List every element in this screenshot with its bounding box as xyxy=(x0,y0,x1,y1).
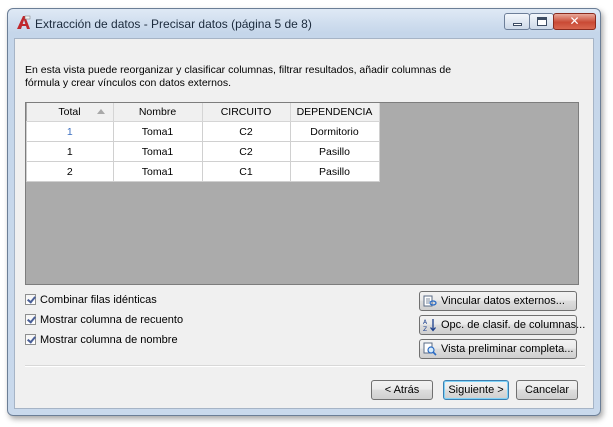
table-cell[interactable]: Toma1 xyxy=(112,121,203,142)
table-cell[interactable]: C2 xyxy=(201,141,291,162)
background-window-edge xyxy=(0,0,603,5)
column-header-circuito[interactable]: CIRCUITO xyxy=(202,103,291,122)
table-cell[interactable]: C2 xyxy=(201,121,291,142)
column-header-dependencia[interactable]: DEPENDENCIA xyxy=(290,103,380,122)
maximize-button[interactable] xyxy=(529,13,554,30)
option-combine-identical-rows[interactable]: Combinar filas idénticas xyxy=(25,292,157,307)
preview-magnifier-icon xyxy=(423,342,437,356)
table-header-row: Total Nombre CIRCUITO DEPENDENCIA xyxy=(26,103,380,122)
close-button[interactable]: ✕ xyxy=(553,13,596,30)
option-label: Mostrar columna de nombre xyxy=(40,333,178,346)
autocad-app-icon xyxy=(17,15,31,29)
checkbox-checked-icon[interactable] xyxy=(25,314,36,325)
table-cell[interactable]: 1 xyxy=(26,121,114,142)
column-header-total[interactable]: Total xyxy=(26,103,114,122)
table-cell[interactable]: 1 xyxy=(26,141,114,162)
window-title: Extracción de datos - Precisar datos (pá… xyxy=(35,17,312,31)
sort-az-icon: A Z xyxy=(423,319,436,332)
option-show-count-column[interactable]: Mostrar columna de recuento xyxy=(25,312,183,327)
table-cell[interactable]: Pasillo xyxy=(289,161,380,182)
minimize-icon xyxy=(513,23,522,26)
button-separator xyxy=(25,365,585,367)
table-cell[interactable]: Pasillo xyxy=(289,141,380,162)
minimize-button[interactable] xyxy=(504,13,530,30)
option-label: Mostrar columna de recuento xyxy=(40,313,184,326)
checkbox-checked-icon[interactable] xyxy=(25,334,36,345)
table-cell[interactable]: C1 xyxy=(201,161,291,182)
dialog-window: Extracción de datos - Precisar datos (pá… xyxy=(7,8,601,416)
link-data-icon xyxy=(423,295,437,307)
title-bar[interactable]: Extracción de datos - Precisar datos (pá… xyxy=(8,9,600,37)
option-show-name-column[interactable]: Mostrar columna de nombre xyxy=(25,332,178,347)
option-label: Combinar filas idénticas xyxy=(40,293,157,306)
maximize-icon xyxy=(537,17,547,26)
table-cell[interactable]: Toma1 xyxy=(112,161,203,182)
sort-ascending-icon xyxy=(96,109,105,114)
table-cell[interactable]: Toma1 xyxy=(112,141,203,162)
close-icon: ✕ xyxy=(569,14,580,28)
dialog-body: En esta vista puede reorganizar y clasif… xyxy=(14,38,594,409)
column-sort-options-button[interactable]: A Z Opc. de clasif. de columnas... xyxy=(419,315,585,335)
table-row[interactable]: 2 Toma1 C1 Pasillo xyxy=(26,161,380,182)
table-row[interactable]: 1 Toma1 C2 Pasillo xyxy=(26,141,380,162)
back-button[interactable]: < Atrás xyxy=(371,380,433,400)
link-external-data-button[interactable]: Vincular datos externos... xyxy=(419,291,577,311)
data-table: Total Nombre CIRCUITO DEPENDENCIA 1 Toma… xyxy=(26,103,380,182)
page-description: En esta vista puede reorganizar y clasif… xyxy=(25,64,452,89)
cancel-button[interactable]: Cancelar xyxy=(516,380,578,400)
table-cell[interactable]: 2 xyxy=(26,161,114,182)
svg-text:A: A xyxy=(423,319,428,326)
full-preview-button[interactable]: Vista preliminar completa... xyxy=(419,339,577,359)
data-grid[interactable]: Total Nombre CIRCUITO DEPENDENCIA 1 Toma… xyxy=(25,102,579,285)
table-cell[interactable]: Dormitorio xyxy=(289,121,380,142)
svg-text:Z: Z xyxy=(423,326,427,332)
column-header-nombre[interactable]: Nombre xyxy=(113,103,203,122)
table-row[interactable]: 1 Toma1 C2 Dormitorio xyxy=(26,121,380,142)
checkbox-checked-icon[interactable] xyxy=(25,294,36,305)
next-button[interactable]: Siguiente > xyxy=(443,380,509,400)
